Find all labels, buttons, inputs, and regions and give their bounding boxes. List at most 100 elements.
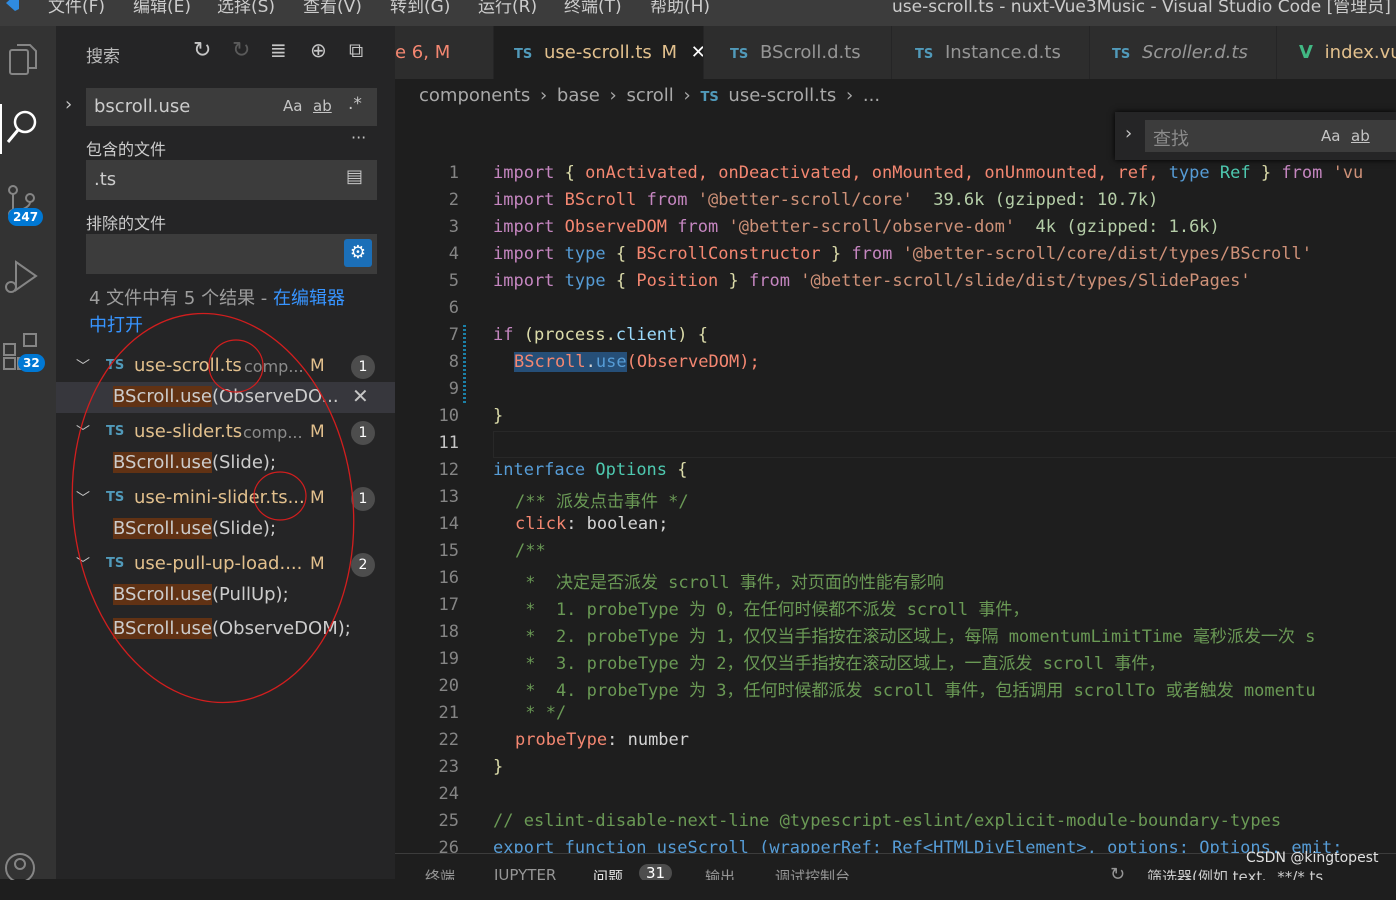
menu-file[interactable]: 文件(F) (48, 0, 105, 17)
result-match-3-1[interactable]: BScroll.use(Slide); (56, 514, 395, 545)
code-line-22: probeType: number (515, 730, 690, 750)
panel-filter-input[interactable]: 筛选器(例如 text、**/*.ts (1147, 866, 1323, 880)
result-file-dir: comp... (243, 423, 303, 442)
panel-tab-terminal[interactable]: 终端 (425, 866, 455, 880)
extensions-badge: 32 (18, 354, 45, 372)
open-in-editor-link-cont[interactable]: 中打开 (89, 315, 143, 336)
line-number: 1 (448, 163, 459, 183)
match-text: BScroll.use (113, 386, 212, 407)
match-count-badge: 1 (351, 487, 375, 511)
code-line-20: * 4. probeType 为 3，任何时候都派发 scroll 事件，包括调… (515, 681, 1316, 701)
line-number: 16 (438, 568, 459, 588)
tab-label: use-scroll.ts (543, 42, 652, 63)
account-icon[interactable] (0, 850, 56, 900)
find-widget: › 查找 Aa ab (1115, 112, 1396, 160)
code-line-21: * */ (515, 703, 567, 723)
match-text: BScroll.use (113, 584, 212, 605)
breadcrumb-item[interactable]: components (419, 85, 530, 106)
menu-help[interactable]: 帮助(H) (650, 0, 710, 17)
result-match-1-1[interactable]: BScroll.use(ObserveDO... ✕ (56, 382, 395, 413)
new-search-editor-icon[interactable]: ⊕ (310, 38, 327, 62)
collapse-all-icon[interactable]: ⧉ (349, 38, 363, 62)
clear-search-icon[interactable]: ≣ (270, 38, 287, 62)
code-line-18: * 2. probeType 为 1，仅仅当手指按在滚动区域上，每隔 momen… (515, 627, 1316, 647)
tab-scroller-d[interactable]: TS Scroller.d.ts (1090, 26, 1277, 79)
breadcrumb-item[interactable]: use-scroll.ts (728, 85, 836, 106)
chevron-down-icon[interactable]: ﹀ (76, 554, 90, 574)
match-context: (Slide); (211, 518, 277, 539)
match-text: BScroll.use (113, 518, 212, 539)
tab-problems-file[interactable]: e 6, M (395, 26, 494, 79)
whole-word-icon[interactable]: ab (313, 97, 332, 115)
editor-tab-bar: e 6, M TS use-scroll.ts M ✕ TS BScroll.d… (395, 26, 1396, 79)
code-editor[interactable]: 1 2 3 4 5 6 7 8 9 10 11 12 13 14 15 16 17 18 19 20 21 22 23 24 2… (395, 115, 1396, 853)
line-number: 22 (438, 730, 459, 750)
typescript-icon: TS (1112, 47, 1131, 62)
close-icon[interactable]: ✕ (691, 42, 703, 63)
code-line-2: import BScroll from '@better-scroll/core… (493, 190, 1159, 210)
whole-word-icon[interactable]: ab (1351, 127, 1370, 145)
breadcrumb-item[interactable]: base (557, 85, 600, 106)
menu-view[interactable]: 查看(V) (303, 0, 362, 17)
line-number: 3 (448, 217, 459, 237)
extensions-icon[interactable]: 32 (0, 328, 56, 378)
open-editors-only-icon[interactable]: ▤ (346, 166, 363, 187)
tab-instance-d[interactable]: TS Instance.d.ts (892, 26, 1090, 79)
tab-use-scroll[interactable]: TS use-scroll.ts M ✕ (494, 26, 704, 79)
search-icon[interactable] (0, 104, 58, 154)
explorer-icon[interactable] (0, 38, 56, 88)
typescript-icon: TS (106, 358, 125, 373)
clear-results-icon[interactable]: ↻ (232, 38, 250, 63)
include-files-input[interactable]: .ts ▤ (86, 160, 377, 200)
match-case-icon[interactable]: Aa (1321, 127, 1340, 145)
open-in-editor-link[interactable]: 在编辑器 (273, 288, 345, 309)
exclude-files-input[interactable]: ⚙ (86, 234, 377, 274)
match-context: (ObserveDOM); (211, 618, 351, 639)
menu-terminal[interactable]: 终端(T) (564, 0, 622, 17)
menu-selection[interactable]: 选择(S) (217, 0, 275, 17)
use-exclude-settings-icon[interactable]: ⚙ (344, 239, 372, 267)
line-number: 2 (448, 190, 459, 210)
more-options-icon[interactable]: ··· (351, 128, 366, 147)
run-debug-icon[interactable] (0, 252, 56, 302)
menu-go[interactable]: 转到(G) (390, 0, 450, 17)
code-line-8: BScroll.use(ObserveDOM); (514, 352, 760, 372)
panel-tab-jupyter[interactable]: JUPYTER (494, 866, 556, 880)
code-line-12: interface Options { (493, 460, 688, 480)
result-match-2-1[interactable]: BScroll.use(Slide); (56, 448, 395, 479)
source-control-icon[interactable]: 247 (0, 178, 56, 228)
breadcrumb-item[interactable]: scroll (626, 85, 673, 106)
tab-index-vue[interactable]: V index.vu (1277, 26, 1396, 79)
refresh-icon[interactable]: ↻ (1110, 864, 1125, 880)
panel-tab-debug-console[interactable]: 调试控制台 (775, 866, 850, 880)
chevron-down-icon[interactable]: ﹀ (76, 422, 90, 442)
dismiss-icon[interactable]: ✕ (352, 384, 369, 408)
search-input[interactable]: bscroll.use Aa ab .* (86, 88, 377, 126)
panel-tab-problems[interactable]: 问题 (593, 866, 623, 880)
results-summary-text: 4 文件中有 5 个结果 - (89, 288, 274, 309)
menu-run[interactable]: 运行(R) (478, 0, 537, 17)
match-case-icon[interactable]: Aa (283, 97, 302, 115)
code-line-3: import ObserveDOM from '@better-scroll/o… (493, 217, 1220, 237)
result-match-4-1[interactable]: BScroll.use(PullUp); (56, 580, 395, 611)
refresh-icon[interactable]: ↻ (193, 38, 211, 63)
toggle-replace-icon[interactable]: › (65, 94, 72, 115)
regex-icon[interactable]: .* (348, 94, 362, 114)
modified-flag: M (310, 488, 325, 508)
typescript-icon: TS (106, 556, 125, 571)
line-number: 9 (448, 379, 459, 399)
typescript-icon: TS (700, 90, 719, 105)
line-number: 4 (448, 244, 459, 264)
result-match-4-2[interactable]: BScroll.use(ObserveDOM); (56, 614, 395, 645)
chevron-down-icon[interactable]: ﹀ (76, 488, 90, 508)
find-placeholder: 查找 (1153, 129, 1189, 150)
chevron-down-icon[interactable]: ﹀ (76, 356, 90, 376)
panel-tab-output[interactable]: 输出 (705, 866, 735, 880)
toggle-replace-icon[interactable]: › (1125, 123, 1132, 144)
tab-bscroll-d[interactable]: TS BScroll.d.ts (704, 26, 892, 79)
breadcrumb-item[interactable]: ... (863, 85, 880, 106)
find-input[interactable]: 查找 Aa ab (1145, 120, 1396, 152)
menu-edit[interactable]: 编辑(E) (133, 0, 191, 17)
line-number: 18 (438, 622, 459, 642)
line-number: 15 (438, 541, 459, 561)
